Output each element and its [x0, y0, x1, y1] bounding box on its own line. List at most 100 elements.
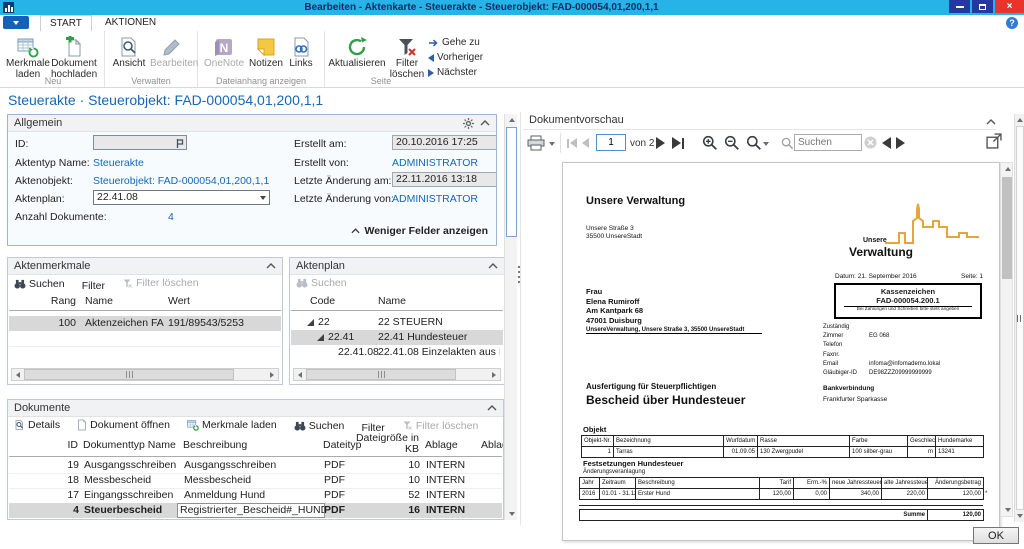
preview-scrollbar[interactable] — [1000, 162, 1013, 517]
scrollbar-thumb[interactable] — [1002, 177, 1012, 279]
tree-row[interactable]: 22 22 STEUERN — [291, 315, 503, 330]
tree-row-selected[interactable]: 22.41 22.41 Hundesteuer — [291, 330, 503, 345]
filter-loeschen-button[interactable]: Filter löschen — [402, 420, 478, 432]
horizontal-scrollbar[interactable] — [11, 368, 279, 381]
column-header-wert[interactable]: Wert — [168, 295, 190, 307]
weniger-felder-link[interactable]: Weniger Felder anzeigen — [351, 225, 488, 237]
erstellt-von-link[interactable]: ADMINISTRATOR — [392, 157, 478, 169]
zoom-in-button[interactable] — [702, 135, 718, 151]
column-header-code[interactable]: Code — [310, 295, 335, 307]
filter-loeschen-button[interactable]: Filter löschen — [122, 277, 198, 289]
minimize-button[interactable] — [949, 0, 970, 13]
column-header-beschreibung[interactable]: Beschreibung — [183, 439, 247, 451]
table-row-selected[interactable]: 4 Steuerbescheid Registrierter_Bescheid#… — [9, 503, 502, 518]
details-button[interactable]: Details — [14, 419, 60, 431]
last-page-button[interactable] — [672, 137, 684, 149]
notizen-button[interactable]: Notizen — [247, 32, 285, 70]
geaendert-am-field[interactable]: 22.11.2016 13:18 — [392, 172, 497, 187]
fasttab-header[interactable]: Allgemein — [8, 115, 496, 132]
scroll-right-icon[interactable] — [266, 369, 278, 381]
vorheriger-button[interactable]: Vorheriger — [428, 51, 488, 64]
next-page-button[interactable] — [656, 137, 665, 149]
filter-button[interactable]: Filter — [82, 280, 105, 292]
suchen-button[interactable]: Suchen — [296, 277, 347, 289]
zoom-select-button[interactable] — [746, 135, 762, 151]
zoom-dropdown-icon[interactable] — [763, 142, 769, 146]
scroll-left-icon[interactable] — [12, 369, 24, 381]
scroll-up-icon[interactable] — [505, 114, 518, 126]
naechster-button[interactable]: Nächster — [428, 66, 488, 79]
erstellt-am-field[interactable]: 20.10.2016 17:25 — [392, 135, 497, 150]
dokument-hochladen-button[interactable]: Dokument hochladen — [51, 32, 97, 80]
zoom-out-button[interactable] — [724, 135, 740, 151]
scrollbar-thumb[interactable] — [24, 369, 234, 380]
scrollbar-thumb[interactable] — [506, 127, 517, 237]
aktenobjekt-link[interactable]: Steuerobjekt: FAD-000054,01,200,1,1 — [93, 175, 269, 187]
page-number-input[interactable] — [596, 134, 626, 151]
collapse-chevron-icon[interactable] — [266, 261, 276, 271]
column-header-name[interactable]: Name — [378, 295, 406, 307]
collapse-chevron-icon[interactable] — [480, 118, 490, 128]
scroll-down-icon[interactable] — [1001, 504, 1014, 516]
column-header-rang[interactable]: Rang — [46, 295, 76, 307]
gehe-zu-button[interactable]: Gehe zu — [428, 36, 488, 49]
window-scrollbar[interactable] — [1014, 114, 1024, 522]
fasttab-header[interactable]: Aktenplan — [290, 258, 504, 275]
gear-icon[interactable] — [463, 118, 474, 129]
clear-search-button[interactable] — [864, 136, 877, 149]
aktenplan-dropdown[interactable]: 22.41.08 — [93, 190, 270, 205]
application-menu-button[interactable] — [3, 16, 29, 29]
table-row-selected[interactable]: 100 Aktenzeichen FA 191/89543/5253 — [9, 316, 281, 331]
merkmale-laden-button[interactable]: Merkmale laden — [5, 32, 51, 80]
scrollbar-thumb[interactable] — [1016, 126, 1024, 510]
column-header-typ[interactable]: Dokumenttyp Name — [83, 439, 176, 451]
bearbeiten-button[interactable]: Bearbeiten — [150, 32, 194, 70]
left-panel-scrollbar[interactable] — [504, 114, 517, 520]
tab-start[interactable]: START — [40, 15, 92, 31]
anzahl-dokumente-link[interactable]: 4 — [168, 211, 174, 223]
links-button[interactable]: Links — [285, 32, 317, 70]
next-result-button[interactable] — [896, 137, 905, 149]
onenote-button[interactable]: N OneNote — [201, 32, 247, 70]
scroll-right-icon[interactable] — [488, 369, 500, 381]
table-row[interactable]: 18 Messbescheid Messbescheid PDF 10 INTE… — [9, 473, 502, 489]
ok-button[interactable]: OK — [973, 527, 1019, 544]
scroll-left-icon[interactable] — [294, 369, 306, 381]
scrollbar-thumb[interactable] — [306, 369, 456, 380]
filter-loeschen-button[interactable]: Filter löschen — [386, 32, 428, 80]
print-dropdown-icon[interactable] — [549, 142, 555, 146]
id-field[interactable] — [93, 135, 187, 150]
open-external-button[interactable] — [986, 133, 1002, 149]
table-row[interactable]: 19 Ausgangsschreiben Ausgangsschreiben P… — [9, 458, 502, 474]
first-page-button[interactable] — [567, 138, 577, 148]
print-button[interactable] — [527, 135, 546, 151]
horizontal-scrollbar[interactable] — [293, 368, 501, 381]
merkmale-laden-button[interactable]: Merkmale laden — [187, 419, 277, 431]
preview-search-input[interactable] — [794, 134, 862, 151]
restore-button[interactable] — [972, 0, 993, 13]
tab-aktionen[interactable]: AKTIONEN — [96, 15, 165, 30]
suchen-button[interactable]: Suchen — [294, 420, 345, 432]
column-header-groesse[interactable]: Dateigröße in KB — [353, 433, 419, 455]
fasttab-header[interactable]: Dokumente — [8, 400, 503, 417]
close-button[interactable]: × — [995, 0, 1024, 13]
scroll-up-icon[interactable] — [1015, 114, 1024, 126]
scroll-down-icon[interactable] — [1015, 510, 1024, 522]
previous-result-button[interactable] — [882, 137, 891, 149]
cell-beschreibung-active[interactable]: Registrierter_Bescheid#_HUND_HUND0... — [177, 503, 325, 518]
collapse-chevron-icon[interactable] — [487, 403, 497, 413]
aktualisieren-button[interactable]: Aktualisieren — [328, 32, 386, 70]
column-header-name[interactable]: Name — [85, 295, 113, 307]
collapse-chevron-icon[interactable] — [986, 117, 996, 127]
geaendert-von-link[interactable]: ADMINISTRATOR — [392, 193, 478, 205]
previous-page-button[interactable] — [582, 138, 589, 148]
column-header-id[interactable]: ID — [48, 439, 78, 451]
aktentyp-link[interactable]: Steuerakte — [93, 157, 144, 169]
fasttab-header[interactable]: Aktenmerkmale — [8, 258, 282, 275]
column-header-ablage2[interactable]: Ablag — [481, 439, 504, 451]
collapse-chevron-icon[interactable] — [488, 261, 498, 271]
tree-row[interactable]: 22.41.08 22.41.08 Einzelakten aus Infoma — [291, 345, 503, 360]
scroll-down-icon[interactable] — [505, 508, 518, 520]
suchen-button[interactable]: Suchen — [14, 278, 65, 290]
help-icon[interactable]: ? — [1006, 17, 1018, 29]
